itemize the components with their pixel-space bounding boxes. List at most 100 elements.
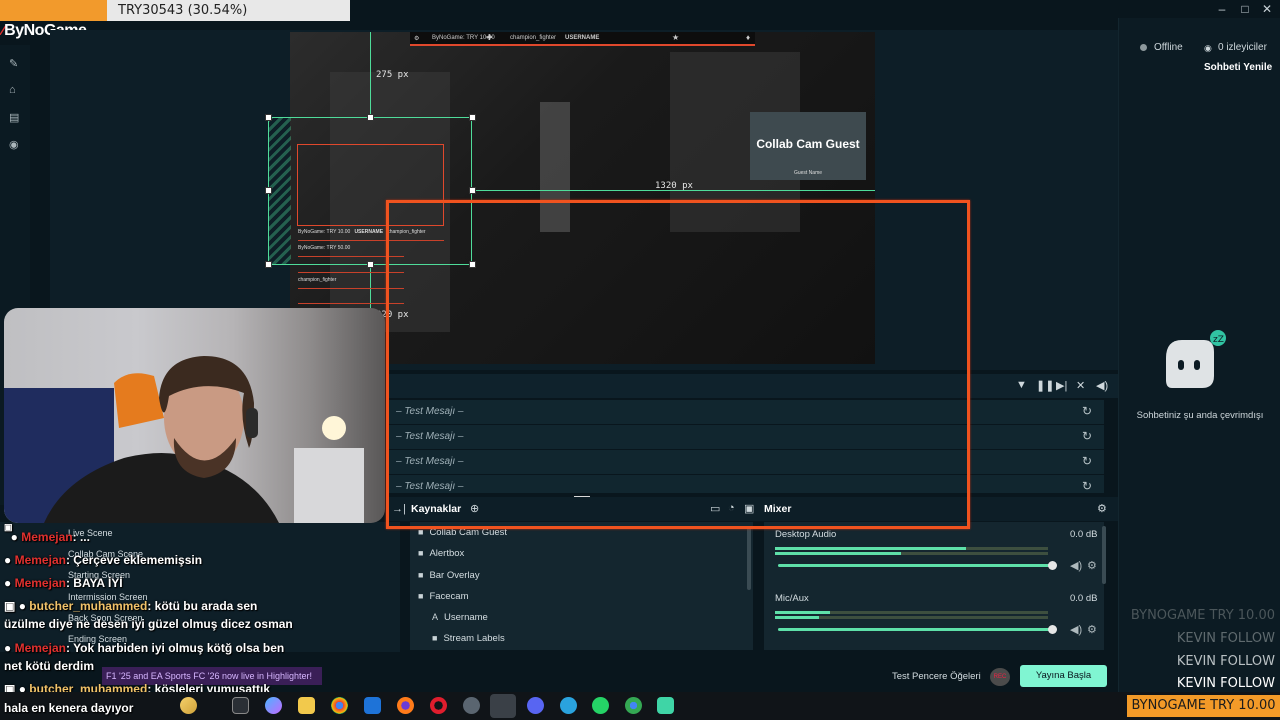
telegram-icon[interactable] — [560, 697, 577, 714]
obs-icon[interactable] — [463, 697, 480, 714]
highlight-selection-box — [386, 200, 970, 529]
collab-cam-title: Collab Cam Guest — [756, 137, 860, 151]
streamlabs-icon[interactable] — [490, 694, 516, 718]
chat-refresh-button[interactable]: Sohbeti Yenile — [1204, 62, 1272, 73]
chat-username: butcher_muhammed — [29, 599, 148, 613]
taskview-icon[interactable] — [232, 697, 249, 714]
chrome-icon[interactable] — [331, 697, 348, 714]
chat-username: Memejan — [14, 553, 66, 567]
chat-mod-icon: ● — [4, 553, 12, 567]
minimize-icon[interactable]: – — [1213, 2, 1231, 16]
speaker-icon[interactable]: ◀) — [1070, 559, 1082, 572]
replay-icon[interactable]: ↻ — [1082, 454, 1092, 468]
replay-icon[interactable]: ↻ — [1082, 404, 1092, 418]
chrome-alt-icon[interactable] — [625, 697, 642, 714]
play-icon[interactable]: ◉ — [9, 138, 21, 151]
chat-badge-icon: ▣ — [4, 522, 13, 532]
app-icon[interactable] — [657, 697, 674, 714]
mixer-settings-icon[interactable]: ⚙ — [1097, 502, 1107, 515]
discord-icon[interactable] — [527, 697, 544, 714]
svg-text:zZ: zZ — [1213, 335, 1224, 345]
close-icon[interactable]: ✕ — [1258, 2, 1276, 16]
volume-slider-knob[interactable] — [1048, 561, 1057, 570]
source-item[interactable]: ■ Facecam — [418, 591, 469, 602]
source-item-label: Bar Overlay — [429, 570, 480, 581]
overlay-settings-icon: ⚙ — [414, 36, 420, 42]
source-item[interactable]: ■ Bar Overlay — [418, 570, 480, 581]
pause-icon[interactable]: ❚❚ — [1036, 379, 1054, 392]
donation-progress-fill — [0, 0, 107, 21]
audio-meter — [775, 547, 1048, 550]
collab-cam-guest-box[interactable]: Collab Cam Guest Guest Name — [750, 112, 866, 180]
sources-panel — [410, 522, 753, 650]
store-icon[interactable]: ⌂ — [9, 84, 21, 96]
whatsapp-icon[interactable] — [592, 697, 609, 714]
resize-handle-tc[interactable] — [367, 114, 374, 121]
chat-badge-icon: ▣ — [4, 599, 16, 613]
mute-alerts-icon[interactable]: ✕ — [1076, 379, 1085, 392]
copilot-icon[interactable] — [265, 697, 282, 714]
source-item-label: Stream Labels — [443, 633, 505, 644]
resize-handle-bl[interactable] — [265, 261, 272, 268]
sparkle-icon[interactable] — [180, 697, 197, 714]
overlay-star-icon: ★ — [672, 33, 680, 42]
folder-icon: ■ — [418, 570, 424, 580]
mixer-source-name: Desktop Audio — [775, 529, 837, 540]
volume-slider[interactable] — [778, 628, 1052, 631]
chat-username: Memejan — [21, 530, 73, 544]
source-item[interactable]: ■ Stream Labels — [432, 633, 505, 644]
replay-icon[interactable]: ↻ — [1082, 479, 1092, 493]
mixer-source-settings-icon[interactable]: ⚙ — [1087, 623, 1097, 636]
skip-icon[interactable]: ▶| — [1056, 379, 1067, 392]
record-button[interactable]: REC — [990, 668, 1010, 686]
tools-icon[interactable]: ✎ — [9, 57, 21, 70]
source-item[interactable]: ■ Alertbox — [418, 548, 464, 559]
chat-offline-message: Sohbetiniz şu anda çevrimdışı — [1136, 410, 1264, 421]
audio-meter-level — [775, 611, 830, 614]
resize-handle-tr[interactable] — [469, 114, 476, 121]
chat-mod-icon: ● — [18, 599, 26, 613]
collab-cam-subtitle: Guest Name — [793, 170, 823, 176]
overlay-drop-icon: ♦ — [746, 33, 751, 42]
mixer-scrollbar[interactable] — [1102, 526, 1106, 584]
mini-overlay-username: USERNAME — [354, 229, 384, 235]
volume-icon[interactable]: ◀) — [1096, 379, 1108, 392]
overlay-plus-icon: ✚ — [486, 33, 493, 42]
test-widgets-label[interactable]: Test Pencere Öğeleri — [892, 671, 981, 682]
go-live-button[interactable]: Yayına Başla — [1020, 665, 1107, 687]
webcam-feed — [4, 308, 385, 523]
mixer-db-value: 0.0 dB — [1070, 593, 1098, 604]
mail-icon[interactable] — [364, 697, 381, 714]
replay-icon[interactable]: ↻ — [1082, 429, 1092, 443]
donation-progress-text: TRY30543 (30.54%) — [118, 3, 248, 18]
folder-icon: ■ — [418, 591, 424, 601]
ticker-line: KEVIN FOLLOW — [1176, 676, 1275, 691]
top-overlay-bar[interactable]: ⚙ ByNoGame: TRY 10.00 ✚ champion_fighter… — [410, 32, 755, 46]
chat-text: : Yok harbiden iyi olmuş kötğ olsa ben — [65, 641, 285, 655]
mixer-source-settings-icon[interactable]: ⚙ — [1087, 559, 1097, 572]
speaker-icon[interactable]: ◀) — [1070, 623, 1082, 636]
firefox-icon[interactable] — [397, 697, 414, 714]
chat-viewers-count: 0 izleyiciler — [1218, 42, 1267, 53]
chat-text: : Çerçeve eklememişsin — [65, 553, 203, 567]
explorer-icon[interactable] — [298, 697, 315, 714]
volume-slider-knob[interactable] — [1048, 625, 1057, 634]
maximize-icon[interactable]: □ — [1236, 2, 1254, 16]
opera-icon[interactable] — [430, 697, 447, 714]
resize-handle-ml[interactable] — [265, 187, 272, 194]
resize-handle-tl[interactable] — [265, 114, 272, 121]
chat-status: Offline — [1154, 42, 1183, 53]
source-item[interactable]: A Username — [432, 612, 488, 623]
audio-meter-level — [775, 552, 901, 555]
editor-icon[interactable]: ▤ — [9, 111, 21, 124]
filter-icon[interactable]: ▼ — [1016, 379, 1027, 391]
sources-scrollbar[interactable] — [747, 526, 751, 590]
resize-handle-mr[interactable] — [469, 187, 476, 194]
chat-message-cont: üzülme diye ne desen iyi güzel olmuş dic… — [4, 617, 293, 631]
source-item-label: Alertbox — [429, 548, 465, 559]
volume-slider[interactable] — [778, 564, 1052, 567]
chat-message: ● Memejan: BAYA İYİ — [4, 576, 123, 590]
overlay-username-text: USERNAME — [565, 35, 600, 41]
chat-mod-icon: ● — [4, 576, 12, 590]
mini-overlay-text: ByNoGame: TRY 50.00 — [298, 245, 351, 251]
